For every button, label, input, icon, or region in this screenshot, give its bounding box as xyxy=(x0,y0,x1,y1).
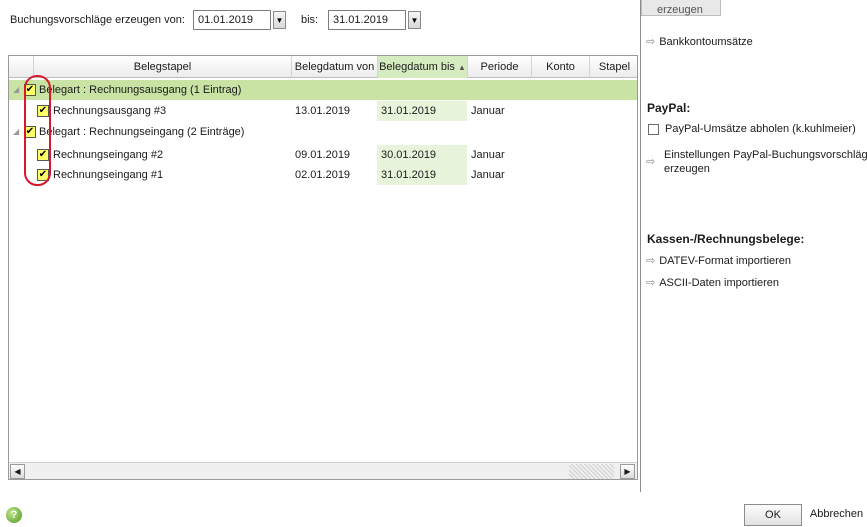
table-row[interactable]: ✔ Rechnungseingang #2 09.01.2019 30.01.2… xyxy=(9,145,637,165)
cell-periode: Januar xyxy=(471,105,505,117)
from-date-input[interactable]: 01.01.2019 xyxy=(193,10,271,30)
group-label: Belegart : Rechnungseingang (2 Einträge) xyxy=(39,126,245,138)
arrow-right-icon: ⇨ xyxy=(646,277,656,289)
datev-import-link[interactable]: ⇨ DATEV-Format importieren xyxy=(646,254,791,267)
column-header-belegdatum-von[interactable]: Belegdatum von xyxy=(291,56,377,78)
column-header-stapel[interactable]: Stapel xyxy=(589,56,637,78)
header-expander xyxy=(9,56,33,78)
ok-button[interactable]: OK xyxy=(744,504,802,526)
to-date-label: bis: xyxy=(301,14,319,26)
scroll-left-button[interactable]: ◀ xyxy=(10,464,25,479)
cell-periode: Januar xyxy=(471,169,505,181)
bank-transactions-link[interactable]: ⇨ Bankkontoumsätze xyxy=(646,35,753,48)
help-icon[interactable]: ? xyxy=(6,507,22,523)
partial-panel-text: erzeugen xyxy=(657,4,703,16)
scroll-right-button[interactable]: ▶ xyxy=(620,464,635,479)
grid-header: Belegstapel Belegdatum von Belegdatum bi… xyxy=(9,56,637,78)
cell-belegdatum-bis: 30.01.2019 xyxy=(377,145,467,165)
cell-belegstapel: Rechnungseingang #2 xyxy=(53,149,164,161)
paypal-checkbox[interactable] xyxy=(648,124,659,135)
column-header-belegstapel[interactable]: Belegstapel xyxy=(33,56,291,78)
group-row[interactable]: ◢ ✔ Belegart : Rechnungseingang (2 Eintr… xyxy=(9,122,637,142)
cell-belegdatum-von: 09.01.2019 xyxy=(295,149,351,161)
group-label: Belegart : Rechnungsausgang (1 Eintrag) xyxy=(39,84,242,96)
kassen-section-title: Kassen-/Rechnungsbelege: xyxy=(647,232,805,246)
chevron-left-icon: ◀ xyxy=(14,467,21,476)
scrollbar-track-hatch xyxy=(569,464,614,479)
cell-belegdatum-bis: 31.01.2019 xyxy=(377,101,467,121)
to-date-input[interactable]: 31.01.2019 xyxy=(328,10,406,30)
collapse-triangle-icon[interactable]: ◢ xyxy=(13,127,19,136)
chevron-down-icon: ▼ xyxy=(410,16,419,25)
cancel-button[interactable]: Abbrechen xyxy=(806,504,867,526)
from-date-dropdown-button[interactable]: ▼ xyxy=(273,11,286,29)
from-date-label: Buchungsvorschläge erzeugen von: xyxy=(10,14,185,26)
collapse-triangle-icon[interactable]: ◢ xyxy=(13,85,19,94)
arrow-right-icon: ⇨ xyxy=(646,36,656,48)
ascii-import-link[interactable]: ⇨ ASCII-Daten importieren xyxy=(646,276,779,289)
right-task-panel: erzeugen ⇨ Bankkontoumsätze PayPal: PayPa… xyxy=(640,0,867,492)
horizontal-scrollbar[interactable]: ◀ ▶ xyxy=(9,462,637,479)
group-row[interactable]: ◢ ✔ Belegart : Rechnungsausgang (1 Eintr… xyxy=(9,80,637,100)
chevron-down-icon: ▼ xyxy=(275,16,284,25)
paypal-checkbox-label[interactable]: PayPal-Umsätze abholen (k.kuhlmeier) xyxy=(665,123,856,135)
arrow-right-icon: ⇨ xyxy=(646,255,656,267)
column-header-belegdatum-bis[interactable]: Belegdatum bis ▲ xyxy=(377,56,467,78)
cell-belegstapel: Rechnungsausgang #3 xyxy=(53,105,167,117)
cell-belegstapel: Rechnungseingang #1 xyxy=(53,169,164,181)
arrow-right-icon: ⇨ xyxy=(646,156,656,168)
cell-belegdatum-von: 13.01.2019 xyxy=(295,105,351,117)
paypal-section-title: PayPal: xyxy=(647,101,691,115)
annotation-highlight xyxy=(24,75,51,186)
to-date-dropdown-button[interactable]: ▼ xyxy=(408,11,421,29)
column-header-konto[interactable]: Konto xyxy=(531,56,589,78)
table-row[interactable]: ✔ Rechnungsausgang #3 13.01.2019 31.01.2… xyxy=(9,101,637,121)
cell-belegdatum-bis: 31.01.2019 xyxy=(377,165,467,185)
cell-periode: Januar xyxy=(471,149,505,161)
booking-grid[interactable]: Belegstapel Belegdatum von Belegdatum bi… xyxy=(8,55,638,480)
chevron-right-icon: ▶ xyxy=(624,467,631,476)
table-row[interactable]: ✔ Rechnungseingang #1 02.01.2019 31.01.2… xyxy=(9,165,637,185)
sort-ascending-icon: ▲ xyxy=(457,63,466,72)
paypal-settings-link[interactable]: ⇨ Einstellungen PayPal-Buchungsvorschläg… xyxy=(646,148,867,176)
column-header-periode[interactable]: Periode xyxy=(467,56,531,78)
cell-belegdatum-von: 02.01.2019 xyxy=(295,169,351,181)
